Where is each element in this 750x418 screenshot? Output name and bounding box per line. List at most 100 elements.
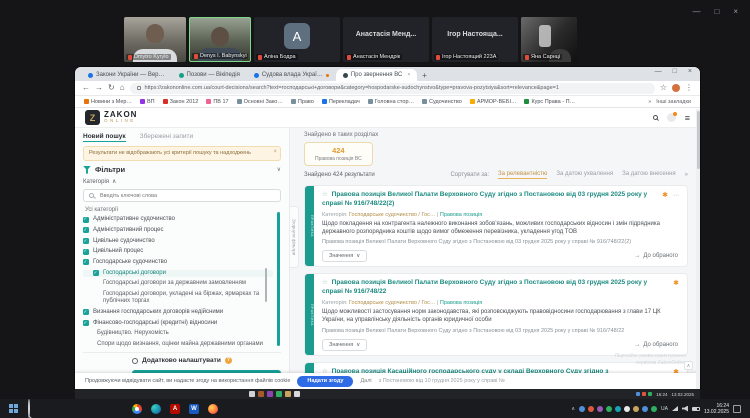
volume-icon[interactable]: [681, 405, 688, 412]
tray-icon[interactable]: [588, 405, 595, 412]
minimize-icon[interactable]: —: [692, 7, 700, 16]
scrollbar-thumb[interactable]: [696, 111, 700, 169]
category-item[interactable]: Адміністративне судочинство: [83, 216, 273, 223]
tray-icon[interactable]: [579, 405, 586, 412]
cookie-accept-button[interactable]: Надати згоду: [297, 375, 354, 387]
taskbar-app-icon[interactable]: [276, 391, 282, 397]
site-info-icon[interactable]: [136, 86, 141, 90]
checkbox-checked-icon[interactable]: [93, 270, 99, 277]
bookmark-item[interactable]: ПВ 17: [206, 99, 229, 105]
bookmark-item[interactable]: АРМОР-ВЕБІ…: [469, 99, 516, 105]
section-count-card[interactable]: 424 Правова позиція ВС: [304, 142, 373, 166]
filters-header[interactable]: Фільтри ∨: [83, 165, 281, 174]
other-bookmarks[interactable]: Інші закладки: [656, 99, 691, 105]
bookmark-item[interactable]: Головна стор…: [367, 99, 414, 105]
bookmark-item[interactable]: Закон 2012: [162, 99, 198, 105]
browser-tab[interactable]: Позови — Вікіпедія: [172, 69, 247, 81]
taskbar-clock[interactable]: 16:24 13.02.2025: [704, 403, 729, 415]
participant-tile[interactable]: Ігор Настояща... Ігор Настоящий 223А: [432, 17, 518, 62]
tray-icon[interactable]: [606, 405, 613, 412]
checkbox-checked-icon[interactable]: [83, 320, 89, 327]
checkbox-checked-icon[interactable]: [83, 238, 89, 245]
close-icon[interactable]: ×: [273, 149, 277, 157]
checkbox-checked-icon[interactable]: [83, 227, 89, 234]
checkbox-checked-icon[interactable]: [83, 259, 89, 266]
minimize-icon[interactable]: —: [655, 68, 662, 75]
sidebar-tab[interactable]: Новий пошук: [83, 133, 126, 142]
taskbar-app-icon[interactable]: [267, 391, 273, 397]
tray-icon[interactable]: [648, 392, 653, 396]
sidebar-tab[interactable]: Збережені запити: [140, 133, 194, 142]
bookmark-item[interactable]: ВП: [139, 99, 155, 105]
taskbar-app-icon[interactable]: [151, 403, 161, 414]
inner-clock-time[interactable]: 16:24: [656, 392, 667, 397]
address-bar[interactable]: https://zakononline.com.ua/court-decisio…: [129, 82, 655, 94]
collapse-filters-handle[interactable]: Згорнути фільтри: [290, 206, 299, 268]
save-to-favorites-button[interactable]: → До обраного: [634, 342, 678, 348]
sort-option[interactable]: За датою внесення: [622, 171, 676, 179]
help-icon[interactable]: ?: [224, 357, 232, 364]
category-item[interactable]: Господарське судочинство: [83, 259, 273, 266]
card-menu-icon[interactable]: ⋯: [673, 192, 679, 199]
page-scrollbar[interactable]: [696, 109, 700, 389]
new-tab-button[interactable]: +: [422, 71, 427, 80]
start-button[interactable]: [9, 404, 18, 413]
category-item[interactable]: Господарські договори за державним замов…: [83, 280, 273, 287]
taskbar-app-icon[interactable]: [208, 403, 218, 414]
language-indicator[interactable]: UA: [661, 406, 668, 412]
taskbar-app-icon[interactable]: W: [189, 403, 199, 414]
reload-icon[interactable]: ↻: [108, 84, 115, 92]
taskbar-app-icon[interactable]: A: [170, 403, 180, 414]
highlight-icon[interactable]: ✱: [662, 191, 668, 199]
checkbox-checked-icon[interactable]: [83, 309, 89, 316]
browser-tab[interactable]: Судова влада Украї…: [247, 69, 336, 81]
category-item[interactable]: Цивільне судочинство: [83, 238, 273, 245]
taskbar-app-icon[interactable]: [258, 391, 264, 397]
sidebar-scrollbar[interactable]: [277, 212, 280, 346]
sort-option[interactable]: За датою ухвалення: [556, 171, 613, 179]
taskbar-app-icon[interactable]: [294, 391, 300, 397]
category-item[interactable]: Фінансово-господарські (кредитні) віднос…: [83, 320, 273, 327]
taskbar-app-icon[interactable]: [285, 391, 291, 397]
bookmark-item[interactable]: Судочинство: [422, 99, 462, 105]
bookmark-item[interactable]: Право: [290, 99, 314, 105]
card-doc-type[interactable]: Правова позиція: [440, 212, 482, 218]
advanced-settings[interactable]: Додатково налаштувати ?: [83, 352, 281, 366]
tray-icon[interactable]: [633, 405, 640, 412]
expand-button[interactable]: Значення ∨: [322, 250, 368, 263]
notifications-icon[interactable]: [666, 112, 677, 122]
category-item[interactable]: Господарські договори: [83, 269, 273, 277]
bookmark-star-icon[interactable]: ☆: [660, 84, 667, 92]
tray-icon[interactable]: [597, 405, 604, 412]
notification-center-icon[interactable]: [733, 404, 741, 413]
browser-menu-icon[interactable]: ⋮: [685, 84, 693, 92]
category-item[interactable]: Цивільний процес: [83, 248, 273, 255]
taskbar-app-icon[interactable]: [249, 391, 255, 397]
save-to-favorites-button[interactable]: → До обраного: [634, 253, 678, 259]
card-doc-type[interactable]: Правова позиція: [440, 300, 482, 306]
home-icon[interactable]: ⌂: [120, 84, 125, 92]
taskbar-app-icon[interactable]: [132, 403, 142, 414]
cookie-details-link[interactable]: Далі: [360, 378, 371, 384]
browser-tab[interactable]: Закони України — Вер…: [81, 69, 172, 81]
tray-icon[interactable]: [642, 405, 649, 412]
star-icon[interactable]: ☆: [322, 279, 328, 286]
tray-icon[interactable]: [624, 405, 631, 412]
bookmarks-overflow-icon[interactable]: »: [648, 99, 651, 105]
scroll-to-top-button[interactable]: ∧: [684, 361, 693, 370]
participant-tile[interactable]: Denys I. Babynskyi: [189, 17, 251, 62]
maximize-icon[interactable]: □: [673, 68, 677, 75]
bookmark-item[interactable]: Перекладач: [321, 99, 360, 105]
category-section-toggle[interactable]: Категорія ∧: [83, 178, 281, 186]
expand-button[interactable]: Значення ∨: [322, 338, 368, 351]
tray-icon[interactable]: [642, 392, 647, 396]
tray-icon[interactable]: [615, 405, 622, 412]
highlight-icon[interactable]: ✱: [673, 279, 679, 287]
hamburger-menu-icon[interactable]: ≡: [685, 113, 690, 123]
card-source-link[interactable]: Правова позиція Великої Палати Верховног…: [322, 328, 678, 335]
participant-tile[interactable]: Яна Сарнці: [521, 17, 577, 62]
inner-clock-date[interactable]: 13.02.2025: [671, 392, 694, 397]
category-item[interactable]: Господарські договори, укладені на біржа…: [83, 291, 273, 305]
bookmark-item[interactable]: Основні Зако…: [236, 99, 283, 105]
close-icon[interactable]: ×: [733, 7, 738, 16]
